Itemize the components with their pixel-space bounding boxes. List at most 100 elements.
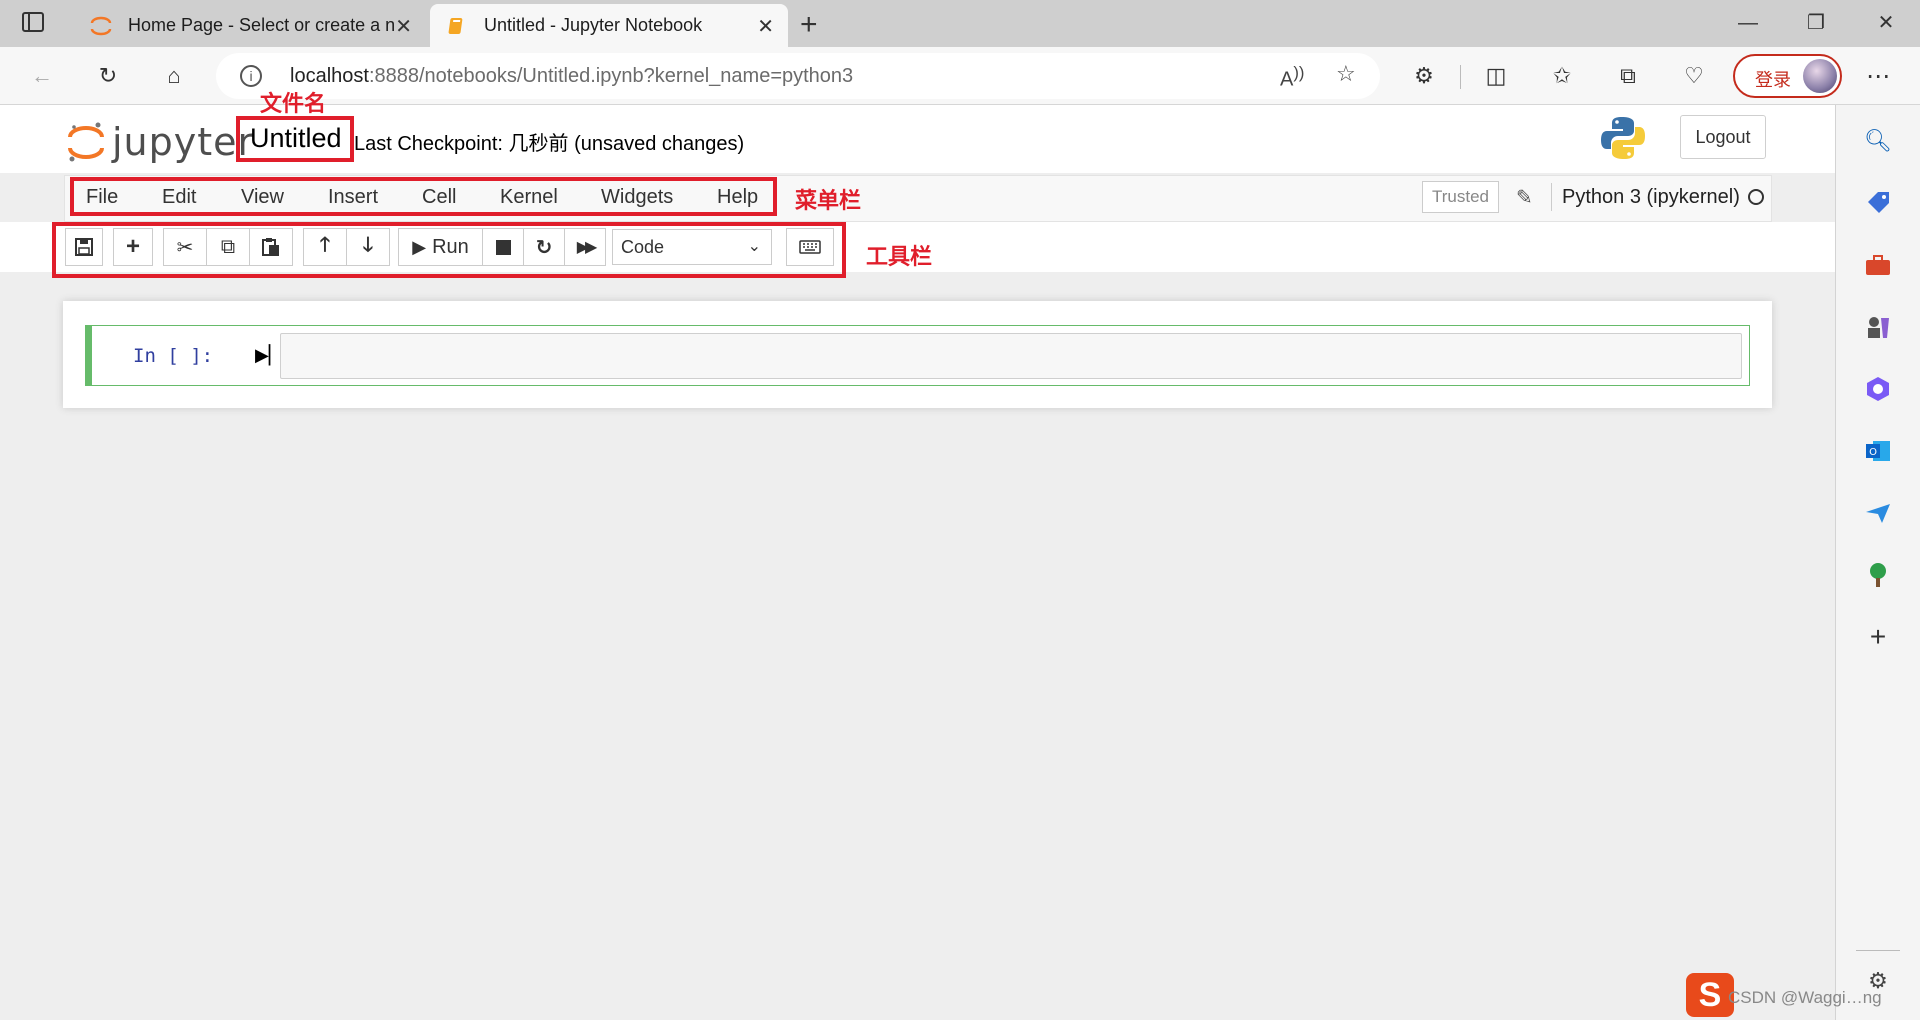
split-screen-icon[interactable]: ◫	[1478, 58, 1514, 94]
menu-cell[interactable]: Cell	[422, 186, 456, 209]
play-icon: ▶	[412, 236, 427, 257]
trusted-indicator[interactable]: Trusted	[1422, 181, 1499, 213]
kernel-divider	[1551, 183, 1552, 211]
python-logo-icon	[1601, 117, 1645, 159]
browser-tab-strip: Home Page - Select or create a n ✕ Untit…	[0, 0, 1920, 47]
home-icon[interactable]: ⌂	[156, 58, 192, 94]
add-favorite-icon[interactable]: ☆	[1336, 61, 1356, 87]
add-icon[interactable]: +	[1862, 621, 1894, 653]
arrow-up-icon: 🡑	[319, 234, 331, 256]
jupyter-logo-text: jupyter	[112, 120, 255, 164]
keyboard-icon	[799, 240, 821, 254]
send-icon[interactable]	[1862, 497, 1894, 529]
stop-icon	[495, 239, 511, 255]
svg-text:O: O	[1869, 447, 1877, 458]
address-bar[interactable]: i localhost:8888/notebooks/Untitled.ipyn…	[216, 53, 1380, 99]
tab-actions-icon[interactable]	[22, 12, 44, 32]
cell-type-select[interactable]: Code ⌄	[612, 229, 772, 265]
fast-forward-icon: ▶▶	[576, 239, 598, 256]
restart-button[interactable]: ↻	[523, 228, 565, 266]
cut-button[interactable]: ✂	[163, 228, 207, 266]
kernel-status-icon	[1748, 189, 1764, 205]
menu-view[interactable]: View	[241, 186, 284, 209]
sogou-ime-icon: S	[1686, 973, 1734, 1017]
outlook-icon[interactable]: O	[1862, 435, 1894, 467]
close-window-icon[interactable]: ✕	[1866, 8, 1906, 38]
games-icon[interactable]	[1862, 311, 1894, 343]
sidebar-divider	[1856, 950, 1900, 951]
search-icon[interactable]: 🔍︎	[1862, 125, 1894, 157]
jupyter-logo[interactable]: jupyter	[68, 115, 253, 165]
extensions-icon[interactable]: ⚙	[1406, 58, 1442, 94]
tab-title: Home Page - Select or create a n	[128, 15, 396, 35]
restart-icon: ↻	[535, 236, 553, 259]
save-icon	[75, 238, 93, 256]
collections-icon[interactable]: ⧉	[1610, 58, 1646, 94]
back-icon[interactable]: ←	[24, 58, 60, 94]
edit-pencil-icon[interactable]: ✎	[1516, 185, 1533, 210]
code-input[interactable]	[280, 333, 1742, 379]
copy-button[interactable]: ⧉	[206, 228, 250, 266]
move-down-button[interactable]: 🡓	[346, 228, 390, 266]
scissors-icon: ✂	[176, 236, 194, 259]
cell-type-value: Code	[621, 237, 665, 257]
menu-widgets[interactable]: Widgets	[601, 186, 673, 209]
avatar	[1803, 59, 1837, 93]
refresh-icon[interactable]: ↻	[90, 58, 126, 94]
login-button[interactable]: 登录	[1733, 54, 1842, 98]
tab-title: Untitled - Jupyter Notebook	[484, 15, 703, 35]
move-up-button[interactable]: 🡑	[303, 228, 347, 266]
checkpoint-status: Last Checkpoint: 几秒前 (unsaved changes)	[354, 133, 745, 155]
chevron-down-icon: ⌄	[747, 238, 761, 255]
run-label: Run	[432, 235, 469, 258]
site-info-icon[interactable]: i	[240, 65, 262, 87]
office-icon[interactable]	[1862, 373, 1894, 405]
logout-button[interactable]: Logout	[1680, 115, 1766, 159]
tab-untitled-notebook[interactable]: Untitled - Jupyter Notebook ✕	[430, 4, 788, 47]
csdn-watermark: CSDN @Waggi…ng	[1728, 988, 1882, 1007]
shopping-tag-icon[interactable]	[1862, 187, 1894, 219]
notebook-name[interactable]: Untitled	[236, 116, 354, 162]
close-tab-icon[interactable]: ✕	[757, 14, 774, 39]
annotation-toolbar: 工具栏	[866, 244, 933, 269]
menu-edit[interactable]: Edit	[162, 186, 196, 209]
interrupt-button[interactable]	[482, 228, 524, 266]
read-aloud-icon[interactable]: A))	[1280, 63, 1304, 92]
browser-essentials-icon[interactable]: ♡	[1676, 58, 1712, 94]
run-button[interactable]: ▶ Run	[398, 228, 483, 266]
paste-icon	[262, 238, 279, 256]
paste-button[interactable]	[249, 228, 293, 266]
jupyter-icon	[88, 13, 114, 39]
new-tab-icon[interactable]: +	[800, 8, 818, 42]
url-path: :8888/notebooks/Untitled.ipynb?kernel_na…	[368, 65, 854, 87]
tools-icon[interactable]	[1862, 249, 1894, 281]
kernel-name[interactable]: Python 3 (ipykernel)	[1562, 186, 1740, 209]
restore-icon[interactable]: ❐	[1796, 8, 1836, 38]
notebook-icon	[444, 13, 470, 39]
input-prompt: In [ ]:	[133, 345, 214, 367]
copy-icon: ⧉	[220, 235, 236, 258]
menu-help[interactable]: Help	[717, 186, 758, 209]
close-tab-icon[interactable]: ✕	[395, 14, 412, 39]
command-palette-button[interactable]	[786, 228, 834, 266]
menu-kernel[interactable]: Kernel	[500, 186, 558, 209]
menu-insert[interactable]: Insert	[328, 186, 378, 209]
tab-home-page[interactable]: Home Page - Select or create a n ✕	[76, 4, 426, 47]
annotation-filename: 文件名	[260, 91, 327, 116]
tree-icon[interactable]	[1862, 559, 1894, 591]
menu-file[interactable]: File	[86, 186, 118, 209]
jupyter-logo-icon	[68, 122, 104, 162]
minimize-icon[interactable]: —	[1728, 8, 1768, 38]
run-cell-icon[interactable]: ▶▏	[255, 345, 283, 366]
favorites-icon[interactable]: ✩	[1544, 58, 1580, 94]
url-text[interactable]: localhost:8888/notebooks/Untitled.ipynb?…	[290, 65, 853, 88]
save-button[interactable]	[65, 228, 103, 266]
arrow-down-icon: 🡓	[362, 234, 374, 256]
login-label: 登录	[1755, 70, 1791, 90]
plus-icon: +	[125, 233, 140, 260]
insert-cell-button[interactable]: +	[113, 228, 153, 266]
more-options-icon[interactable]: ⋯	[1860, 58, 1896, 94]
restart-run-all-button[interactable]: ▶▶	[564, 228, 606, 266]
annotation-menubar: 菜单栏	[795, 188, 862, 213]
url-host: localhost	[290, 65, 369, 87]
